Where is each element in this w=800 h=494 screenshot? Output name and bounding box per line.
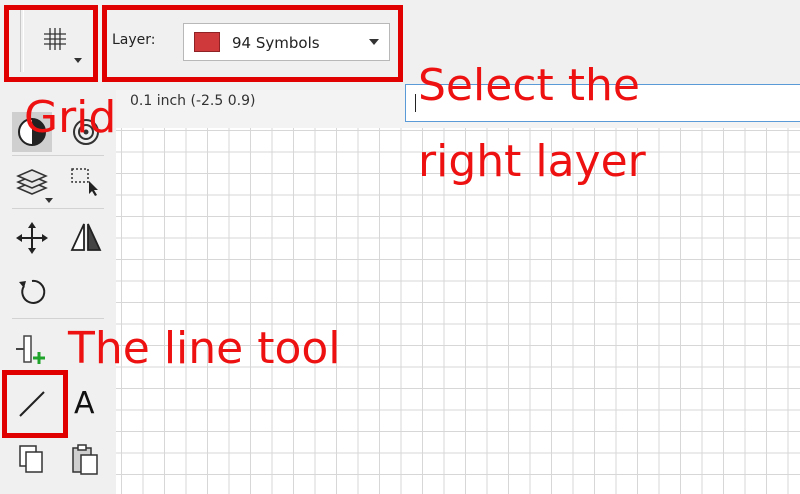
text-caret [415,94,416,112]
annotation-layer-line1: Select the [418,60,640,111]
annotation-layer-line2: right layer [418,136,646,187]
mirror-icon [70,223,102,251]
text-icon: A [74,386,95,421]
grid-highlight-box [4,5,98,82]
add-pin-icon [16,335,45,364]
copy-tool[interactable] [12,440,52,480]
add-pin-tool[interactable] [12,330,52,370]
text-tool[interactable]: A [66,384,106,424]
layers-dropdown-arrow-icon[interactable] [45,198,53,203]
palette-divider [12,208,104,209]
paste-icon [72,444,98,475]
layers-tool[interactable] [12,162,53,203]
line-tool-highlight-box [2,370,68,438]
paste-tool[interactable] [66,440,106,480]
layer-highlight-box [102,5,403,82]
selection-rectangle-icon [71,168,98,196]
rotate-tool[interactable] [12,272,52,312]
coordinate-readout: 0.1 inch (-2.5 0.9) [130,93,256,109]
annotation-grid: Grid [24,92,117,143]
move-icon [16,222,48,254]
copy-icon [19,445,43,473]
rotate-icon [19,279,46,304]
palette-divider [12,318,104,319]
move-tool[interactable] [12,218,52,258]
annotation-line-tool: The line tool [68,323,341,374]
rectangle-select-tool[interactable] [66,162,106,202]
mirror-tool[interactable] [66,218,106,258]
palette-divider [12,155,104,156]
layers-icon [16,169,48,195]
